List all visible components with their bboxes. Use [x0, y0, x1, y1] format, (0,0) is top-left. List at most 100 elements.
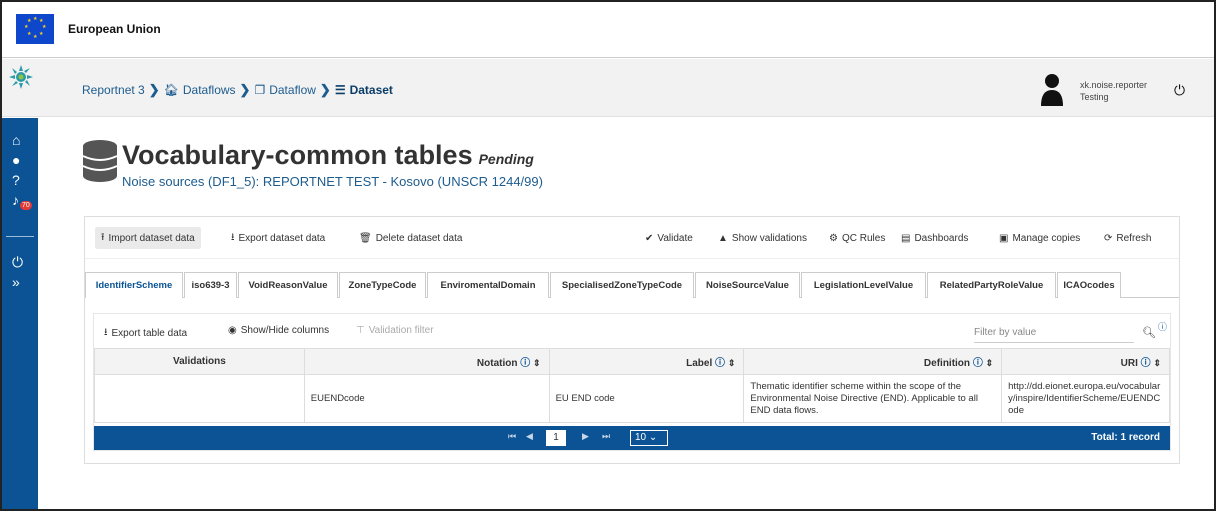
breadcrumb-dataflow[interactable]: Dataflow: [269, 83, 316, 97]
check-circle-icon: ✔: [645, 232, 654, 244]
page-title: Vocabulary-common tables Pending: [122, 140, 534, 171]
export-table-button[interactable]: ⭳ Export table data: [104, 325, 187, 342]
tab-voidreasonvalue[interactable]: VoidReasonValue: [238, 272, 338, 298]
trash-icon: 🗑︎: [359, 232, 372, 244]
column-header-validations[interactable]: Validations: [94, 348, 305, 375]
filter-icon: ⊤: [356, 325, 365, 336]
status-badge: Pending: [478, 151, 534, 167]
column-header-uri[interactable]: URI ⓘ ⇕: [1001, 348, 1170, 375]
dataset-subtitle: Noise sources (DF1_5): REPORTNET TEST - …: [122, 174, 543, 189]
column-header-notation[interactable]: Notation ⓘ ⇕: [303, 348, 550, 375]
show-validations-button[interactable]: ▲ Show validations: [712, 227, 813, 249]
sort-icon: ⇕: [985, 358, 994, 368]
paginator: ⏮ ◀ 1 ▶ ⏭ 10 ⌄ Total: 1 record: [94, 426, 1170, 450]
breadcrumb-dataflows[interactable]: Dataflows: [183, 83, 236, 97]
table-toolbar: ⭳ Export table data ◉ Show/Hide columns ⊤ V…: [94, 314, 1170, 348]
sort-icon: ⇕: [1153, 358, 1161, 368]
next-page-icon[interactable]: ▶: [582, 431, 589, 442]
info-icon: ⓘ: [972, 358, 983, 369]
warning-icon: ▲: [718, 232, 728, 244]
clone-icon: ❐: [254, 83, 266, 97]
user-circle-icon[interactable]: ●: [12, 152, 20, 168]
info-icon: ⓘ: [1140, 358, 1151, 369]
qc-rules-button[interactable]: ⚙ QC Rules: [823, 227, 891, 249]
previous-page-icon[interactable]: ◀: [526, 431, 533, 442]
rows-per-page-select[interactable]: 10 ⌄: [630, 430, 668, 446]
app-window: ★ ★ ★ ★ ★ ★ ★ ★ European Union Reportnet…: [0, 0, 1216, 511]
user-role: Testing: [1080, 92, 1109, 102]
info-icon[interactable]: ⓘ: [1158, 320, 1167, 333]
sort-icon: ⇕: [533, 358, 541, 368]
notifications-bell-icon[interactable]: ♪: [12, 192, 19, 208]
database-icon: ☰: [334, 83, 346, 97]
tab-zonetypecode[interactable]: ZoneTypeCode: [339, 272, 426, 298]
tab-specialisedzonetypecode[interactable]: SpecialisedZoneTypeCode: [550, 272, 694, 298]
dataset-toolbar: ⭱ Import dataset data ⭳ Export dataset dat…: [85, 217, 1179, 259]
eye-icon: ◉: [228, 325, 237, 336]
chevron-right-icon: ❯: [319, 82, 331, 97]
tab-enviromentaldomain[interactable]: EnviromentalDomain: [427, 272, 549, 298]
cell-notation[interactable]: EUENDcode: [303, 374, 550, 423]
table-container: ⭳ Export table data ◉ Show/Hide columns ⊤ V…: [93, 313, 1171, 451]
cell-uri[interactable]: http://dd.eionet.europa.eu/vocabulary/in…: [1001, 374, 1170, 423]
left-sidebar: ⌂ ● ? ♪ ⏻ »: [2, 118, 38, 509]
search-icon[interactable]: 🔍︎: [1142, 326, 1156, 339]
eu-bar: ★ ★ ★ ★ ★ ★ ★ ★ European Union: [2, 2, 1214, 58]
validation-filter-button[interactable]: ⊤ Validation filter: [356, 325, 434, 336]
total-records: Total: 1 record: [1091, 432, 1160, 443]
validate-button[interactable]: ✔ Validate: [639, 227, 699, 249]
info-icon: ⓘ: [520, 358, 531, 369]
download-icon: ⭳: [104, 327, 108, 338]
tab-noisesourcevalue[interactable]: NoiseSourceValue: [695, 272, 800, 298]
expand-chevrons-icon[interactable]: »: [12, 274, 20, 290]
delete-dataset-button[interactable]: 🗑︎ Delete dataset data: [353, 227, 468, 249]
dataset-title: Vocabulary-common tables: [122, 140, 473, 170]
user-avatar-icon[interactable]: [1040, 72, 1064, 106]
tab-icaocodes[interactable]: ICAOcodes: [1057, 272, 1121, 298]
first-page-icon[interactable]: ⏮: [508, 431, 516, 442]
breadcrumb: Reportnet 3 ❯ 🏠︎ Dataflows ❯ ❐ Dataflow …: [82, 82, 393, 98]
help-icon[interactable]: ?: [12, 172, 20, 188]
column-header-definition[interactable]: Definition ⓘ ⇕: [743, 348, 1003, 375]
table-row[interactable]: EUENDcode EU END code Thematic identifie…: [94, 374, 1170, 423]
download-icon: ⭳: [231, 231, 235, 243]
eu-title: European Union: [68, 22, 161, 36]
export-dataset-button[interactable]: ⭳ Export dataset data: [225, 227, 331, 249]
sidebar-divider: [6, 236, 34, 237]
tab-identifierscheme[interactable]: IdentifierScheme: [85, 272, 183, 299]
table-tabs: IdentifierScheme iso639-3 VoidReasonValu…: [85, 272, 1179, 299]
chart-icon: ▤: [901, 232, 911, 244]
column-header-label[interactable]: Label ⓘ ⇕: [548, 348, 745, 375]
manage-copies-button[interactable]: ▣ Manage copies: [993, 227, 1086, 249]
upload-icon: ⭱: [101, 231, 105, 243]
notification-badge: 70: [20, 201, 32, 210]
cell-definition[interactable]: Thematic identifier scheme within the sc…: [743, 374, 1003, 423]
tab-iso639-3[interactable]: iso639-3: [184, 272, 237, 298]
chevron-right-icon: ❯: [148, 82, 160, 97]
user-info[interactable]: xk.noise.reporter Testing: [1080, 79, 1147, 103]
refresh-button[interactable]: ⟳ Refresh: [1098, 227, 1157, 249]
breadcrumb-dataset: Dataset: [349, 83, 393, 97]
cell-label[interactable]: EU END code: [548, 374, 745, 423]
database-icon: [82, 140, 118, 182]
cell-validations[interactable]: [94, 374, 305, 423]
filter-input[interactable]: Filter by value: [974, 321, 1134, 343]
import-dataset-button[interactable]: ⭱ Import dataset data: [95, 227, 201, 249]
chevron-right-icon: ❯: [239, 82, 251, 97]
last-page-icon[interactable]: ⏭: [602, 431, 610, 442]
current-page[interactable]: 1: [546, 430, 566, 446]
logout-power-icon[interactable]: ⏻: [1174, 82, 1185, 99]
power-icon[interactable]: ⏻: [12, 254, 23, 270]
info-icon: ⓘ: [715, 358, 726, 369]
sort-icon: ⇕: [727, 358, 736, 368]
eu-flag-icon: ★ ★ ★ ★ ★ ★ ★ ★: [16, 14, 54, 44]
sliders-icon: ⚙: [829, 232, 838, 244]
tab-relatedpartyrolevalue[interactable]: RelatedPartyRoleValue: [927, 272, 1056, 298]
breadcrumb-reportnet[interactable]: Reportnet 3: [82, 83, 145, 97]
user-name: xk.noise.reporter: [1080, 80, 1148, 90]
reportnet-logo-icon[interactable]: [8, 64, 34, 90]
show-hide-columns-button[interactable]: ◉ Show/Hide columns: [228, 325, 329, 336]
tab-legislationlevelvalue[interactable]: LegislationLevelValue: [801, 272, 926, 298]
dashboards-button[interactable]: ▤ Dashboards: [895, 227, 974, 249]
home-icon[interactable]: ⌂: [12, 132, 20, 148]
